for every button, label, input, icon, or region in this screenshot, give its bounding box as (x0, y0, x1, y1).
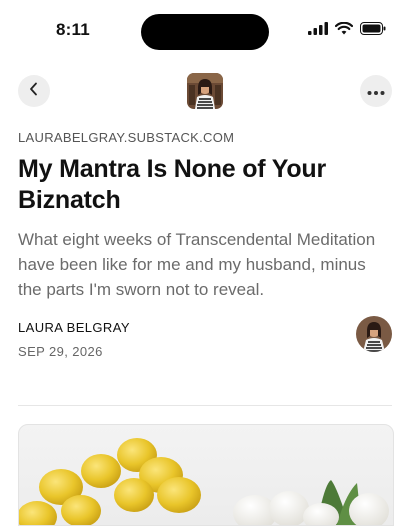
author-avatar[interactable] (356, 316, 392, 352)
publication-domain-link[interactable]: LAURABELGRAY.SUBSTACK.COM (18, 128, 392, 148)
article-nav (0, 72, 410, 112)
author-name[interactable]: LAURA BELGRAY (18, 320, 130, 335)
battery-icon (360, 22, 386, 40)
lemons-and-tulips-photo (19, 438, 389, 525)
status-time: 8:11 (56, 20, 90, 39)
article-title: My Mantra Is None of Your Biznatch (18, 155, 327, 214)
status-bar: 8:11 (0, 0, 410, 60)
ellipsis-icon (367, 82, 385, 100)
header-divider (18, 405, 392, 406)
wifi-icon (334, 21, 354, 40)
status-icons (308, 21, 386, 40)
hero-image[interactable] (18, 424, 394, 526)
back-button[interactable] (18, 75, 50, 107)
more-options-button[interactable] (360, 75, 392, 107)
chevron-left-icon (28, 82, 40, 101)
dynamic-island (141, 14, 269, 50)
publish-date: SEP 29, 2026 (18, 344, 103, 359)
publication-logo[interactable] (187, 73, 223, 109)
article-subtitle: What eight weeks of Transcendental Medit… (18, 230, 376, 299)
byline: LAURA BELGRAY SEP 29, 2026 (18, 316, 392, 366)
publication-logo-image (187, 73, 223, 109)
article-header: LAURABELGRAY.SUBSTACK.COM My Mantra Is N… (18, 128, 392, 366)
signal-icon (308, 22, 328, 40)
author-avatar-image (356, 316, 392, 352)
